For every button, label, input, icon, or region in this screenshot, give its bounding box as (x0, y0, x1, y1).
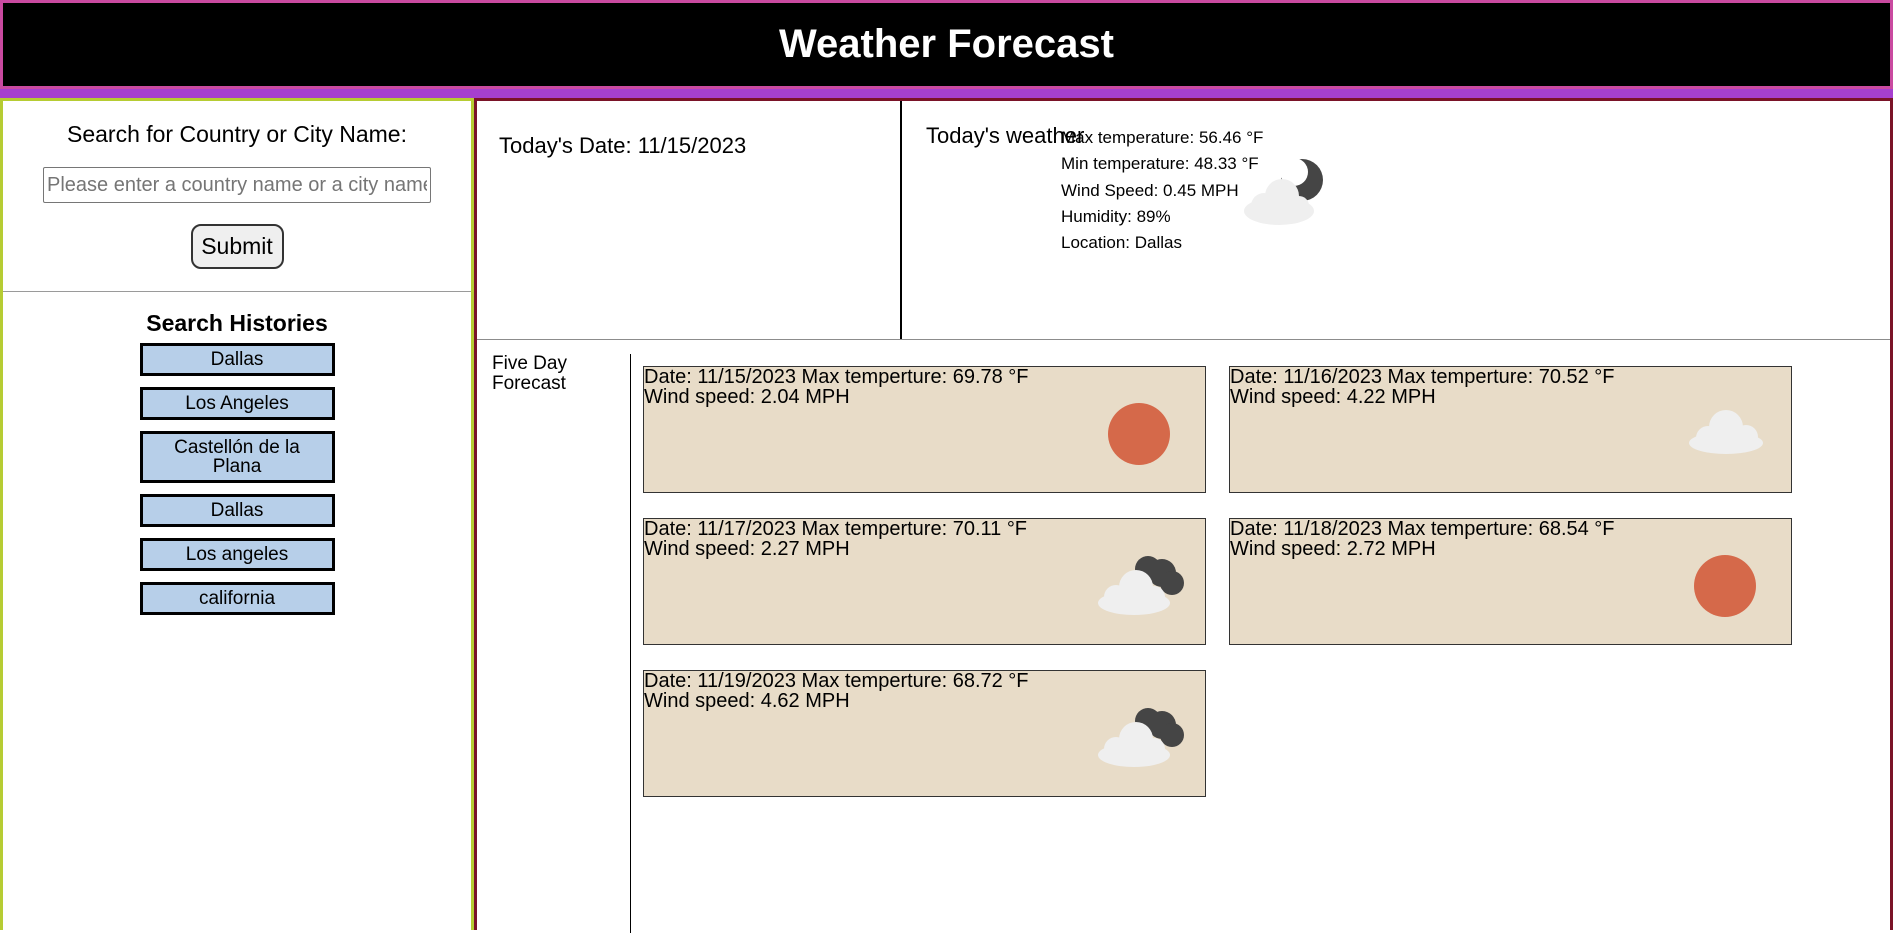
today-min-temp: Min temperature: 48.33 °F (1061, 154, 1259, 174)
app-title: Weather Forecast (779, 22, 1114, 66)
main-panel: Today's Date: 11/15/2023 Today's weather… (474, 98, 1893, 933)
forecast-card: Date: 11/19/2023 Max temperture: 68.72 °… (643, 670, 1206, 797)
today-weather-panel: Today's weather Max temperature: 56.46 °… (902, 101, 1890, 339)
today-weather-details: Max temperature: 56.46 °F Min temperatur… (1061, 125, 1271, 256)
forecast-date-temp: Date: 11/18/2023 Max temperture: 68.54 °… (1230, 518, 1615, 540)
today-humidity: Humidity: 89% (1061, 206, 1171, 226)
search-section: Search for Country or City Name: Submit (3, 101, 471, 292)
partly-cloudy-night-icon (1244, 158, 1323, 225)
section-divider (477, 339, 1890, 340)
history-item-california[interactable]: california (139, 582, 335, 615)
search-label: Search for Country or City Name: (66, 121, 407, 147)
app-header: Weather Forecast (0, 0, 1893, 89)
submit-button[interactable]: Submit (190, 224, 284, 269)
sidebar: Search for Country or City Name: Submit … (0, 98, 474, 930)
cloud-icon (1689, 410, 1763, 454)
forecast-divider (630, 354, 631, 933)
today-date: Today's Date: 11/15/2023 (499, 133, 747, 158)
search-input[interactable] (43, 167, 431, 203)
forecast-date-temp: Date: 11/17/2023 Max temperture: 70.11 °… (644, 518, 1028, 540)
sun-icon (1108, 403, 1170, 465)
forecast-card: Date: 11/16/2023 Max temperture: 70.52 °… (1229, 366, 1792, 493)
forecast-card: Date: 11/17/2023 Max temperture: 70.11 °… (643, 518, 1206, 645)
history-item-los-angeles-2[interactable]: Los angeles (139, 538, 335, 571)
accent-bar (0, 89, 1893, 98)
forecast-card: Date: 11/18/2023 Max temperture: 68.54 °… (1229, 518, 1792, 645)
search-history-list: Dallas Los Angeles Castellón de la Plana… (3, 343, 471, 626)
broken-clouds-icon (1098, 556, 1184, 615)
today-max-temp: Max temperature: 56.46 °F (1061, 128, 1264, 147)
forecast-date-temp: Date: 11/15/2023 Max temperture: 69.78 °… (644, 366, 1029, 388)
history-item-los-angeles[interactable]: Los Angeles (139, 387, 335, 420)
forecast-label: Five Day Forecast (492, 353, 567, 394)
sun-icon (1694, 555, 1756, 617)
today-location: Location: Dallas (1061, 233, 1182, 253)
history-item-dallas[interactable]: Dallas (139, 343, 335, 376)
today-date-panel: Today's Date: 11/15/2023 (477, 101, 902, 339)
broken-clouds-icon (1098, 708, 1184, 767)
history-item-castellon-de-la-plana[interactable]: Castellón de la Plana (139, 431, 335, 483)
today-wind-speed: Wind Speed: 0.45 MPH (1061, 180, 1239, 200)
forecast-card: Date: 11/15/2023 Max temperture: 69.78 °… (643, 366, 1206, 493)
history-item-dallas-2[interactable]: Dallas (139, 494, 335, 527)
forecast-date-temp: Date: 11/16/2023 Max temperture: 70.52 °… (1230, 366, 1615, 388)
forecast-wind: Wind speed: 4.22 MPH (1230, 386, 1436, 408)
search-history-title: Search Histories (146, 310, 328, 336)
forecast-date-temp: Date: 11/19/2023 Max temperture: 68.72 °… (644, 670, 1029, 692)
